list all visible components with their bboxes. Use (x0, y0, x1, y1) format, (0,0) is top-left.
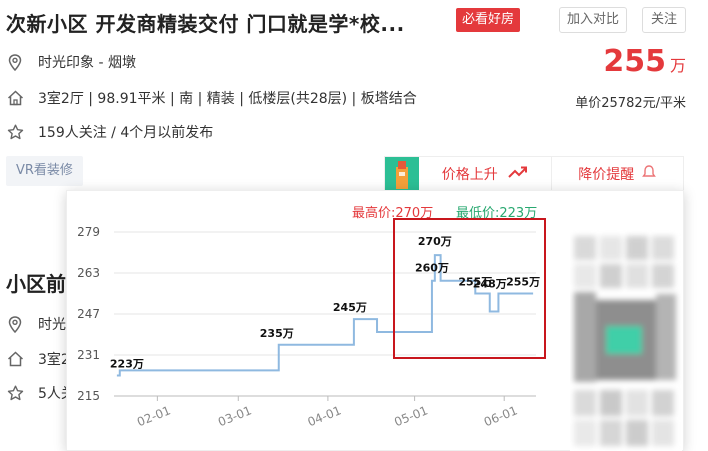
tab-price-rise[interactable]: 价格上升 (419, 157, 552, 191)
y-tick-label: 263 (77, 266, 100, 280)
price-unit: 万 (669, 56, 686, 75)
house-icon (6, 89, 24, 107)
x-tick-label: 06-01 (482, 403, 520, 429)
second-listing-title[interactable]: 小区前 (6, 268, 66, 297)
tab-price-rise-label: 价格上升 (441, 167, 498, 183)
data-label: 223万 (110, 358, 144, 371)
price-value: 255 (603, 44, 666, 79)
x-tick-label: 03-01 (216, 403, 254, 429)
add-compare-button[interactable]: 加入对比 (559, 7, 627, 33)
star-icon (6, 123, 24, 141)
trend-up-icon (508, 166, 528, 182)
listing-title[interactable]: 次新小区 开发商精装交付 门口就是学*校... (6, 8, 405, 37)
house-thumbnail (385, 157, 419, 191)
house-icon (6, 350, 24, 368)
x-tick-label: 05-01 (392, 403, 430, 429)
data-label: 235万 (260, 327, 294, 340)
tab-price-drop-label: 降价提醒 (578, 167, 635, 183)
tab-price-drop-alert[interactable]: 降价提醒 (552, 157, 684, 191)
location-pin-icon (6, 315, 24, 333)
second-followers-row: 5人关 (6, 383, 75, 403)
blurred-image (570, 230, 682, 451)
vr-decoration-tag[interactable]: VR看装修 (6, 156, 83, 186)
unit-price: 单价25782元/平米 (575, 96, 686, 111)
bell-icon (642, 164, 657, 184)
x-tick-label: 04-01 (306, 403, 344, 429)
x-tick-label: 02-01 (135, 403, 173, 429)
y-tick-label: 247 (77, 307, 100, 321)
must-see-badge: 必看好房 (456, 8, 521, 32)
star-icon (6, 384, 24, 402)
specs-text: 3室2厅 | 98.91平米 | 南 | 精装 | 低楼层(共28层) | 板塔… (38, 91, 417, 107)
highlight-box (393, 218, 546, 359)
price-trend-tabs: 价格上升 降价提醒 (384, 156, 684, 192)
y-tick-label: 279 (77, 225, 100, 239)
follow-button[interactable]: 关注 (642, 7, 686, 33)
y-tick-label: 215 (77, 389, 100, 403)
data-label: 245万 (333, 301, 367, 314)
followers-row: 159人关注 / 4个月以前发布 (6, 122, 213, 142)
followers-text: 159人关注 / 4个月以前发布 (38, 125, 214, 141)
second-specs-row: 3室2 (6, 349, 70, 369)
specs-row: 3室2厅 | 98.91平米 | 南 | 精装 | 低楼层(共28层) | 板塔… (6, 88, 417, 108)
y-tick-label: 231 (77, 348, 100, 362)
location-pin-icon (6, 53, 24, 71)
community-row: 时光印象 - 烟墩 (6, 52, 136, 72)
total-price: 255 万 (603, 44, 686, 79)
community-link[interactable]: 时光印象 - 烟墩 (38, 52, 136, 72)
